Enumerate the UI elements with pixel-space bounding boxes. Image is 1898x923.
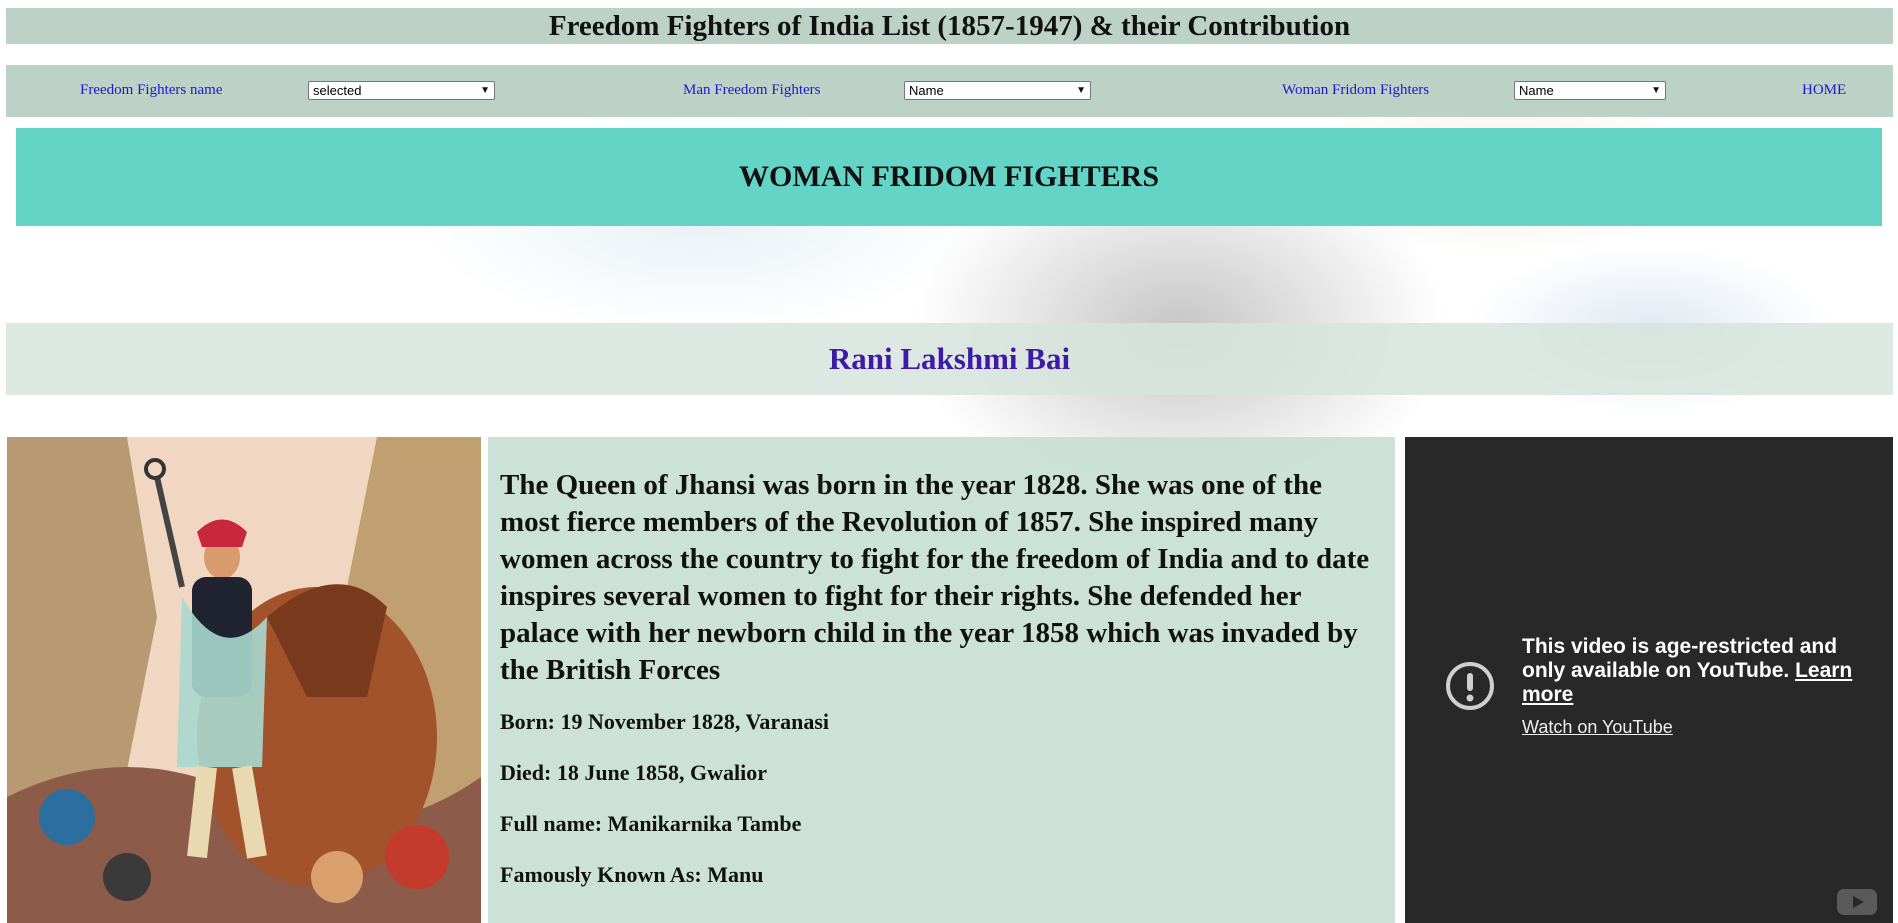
man-freedom-fighters-link[interactable]: Man Freedom Fighters — [683, 82, 820, 99]
fighter-full-name: Full name: Manikarnika Tambe — [500, 811, 802, 836]
fighter-known-as: Famously Known As: Manu — [500, 862, 764, 887]
fighter-died: Died: 18 June 1858, Gwalior — [500, 760, 768, 785]
video-restricted-text: This video is age-restricted and only av… — [1522, 635, 1838, 682]
chevron-down-icon: ▼ — [1651, 85, 1661, 96]
page-title: Freedom Fighters of India List (1857-194… — [548, 9, 1351, 42]
chevron-down-icon: ▼ — [480, 85, 490, 96]
watch-on-youtube-link[interactable]: Watch on YouTube — [1522, 717, 1673, 738]
section-heading: WOMAN FRIDOM FIGHTERS — [739, 160, 1159, 193]
youtube-logo-icon[interactable] — [1837, 889, 1877, 915]
freedom-fighters-select[interactable]: selected ▼ — [308, 81, 495, 100]
nav-bar: Freedom Fighters name selected ▼ Man Fre… — [6, 65, 1893, 117]
freedom-fighters-name-link[interactable]: Freedom Fighters name — [80, 82, 222, 99]
portrait-illustration — [7, 437, 481, 923]
video-message: This video is age-restricted and only av… — [1522, 635, 1862, 707]
home-link[interactable]: HOME — [1802, 82, 1846, 99]
fighter-born: Born: 19 November 1828, Varanasi — [500, 709, 829, 734]
woman-select-value: Name — [1519, 83, 1554, 98]
fighter-portrait — [7, 437, 481, 923]
fighter-name-bar: Rani Lakshmi Bai — [6, 323, 1893, 395]
fighter-description: The Queen of Jhansi was born in the year… — [500, 469, 1370, 686]
woman-fridom-fighters-select[interactable]: Name ▼ — [1514, 81, 1666, 100]
title-bar: Freedom Fighters of India List (1857-194… — [6, 8, 1893, 44]
section-banner: WOMAN FRIDOM FIGHTERS — [16, 128, 1882, 226]
freedom-fighters-select-value: selected — [313, 83, 362, 98]
chevron-down-icon: ▼ — [1076, 85, 1086, 96]
video-embed[interactable]: This video is age-restricted and only av… — [1405, 437, 1893, 923]
woman-fridom-fighters-link[interactable]: Woman Fridom Fighters — [1282, 82, 1429, 99]
man-select-value: Name — [909, 83, 944, 98]
fighter-name: Rani Lakshmi Bai — [828, 341, 1071, 376]
exclamation-circle-icon — [1446, 662, 1494, 710]
man-freedom-fighters-select[interactable]: Name ▼ — [904, 81, 1091, 100]
fighter-info-panel: The Queen of Jhansi was born in the year… — [488, 437, 1395, 923]
